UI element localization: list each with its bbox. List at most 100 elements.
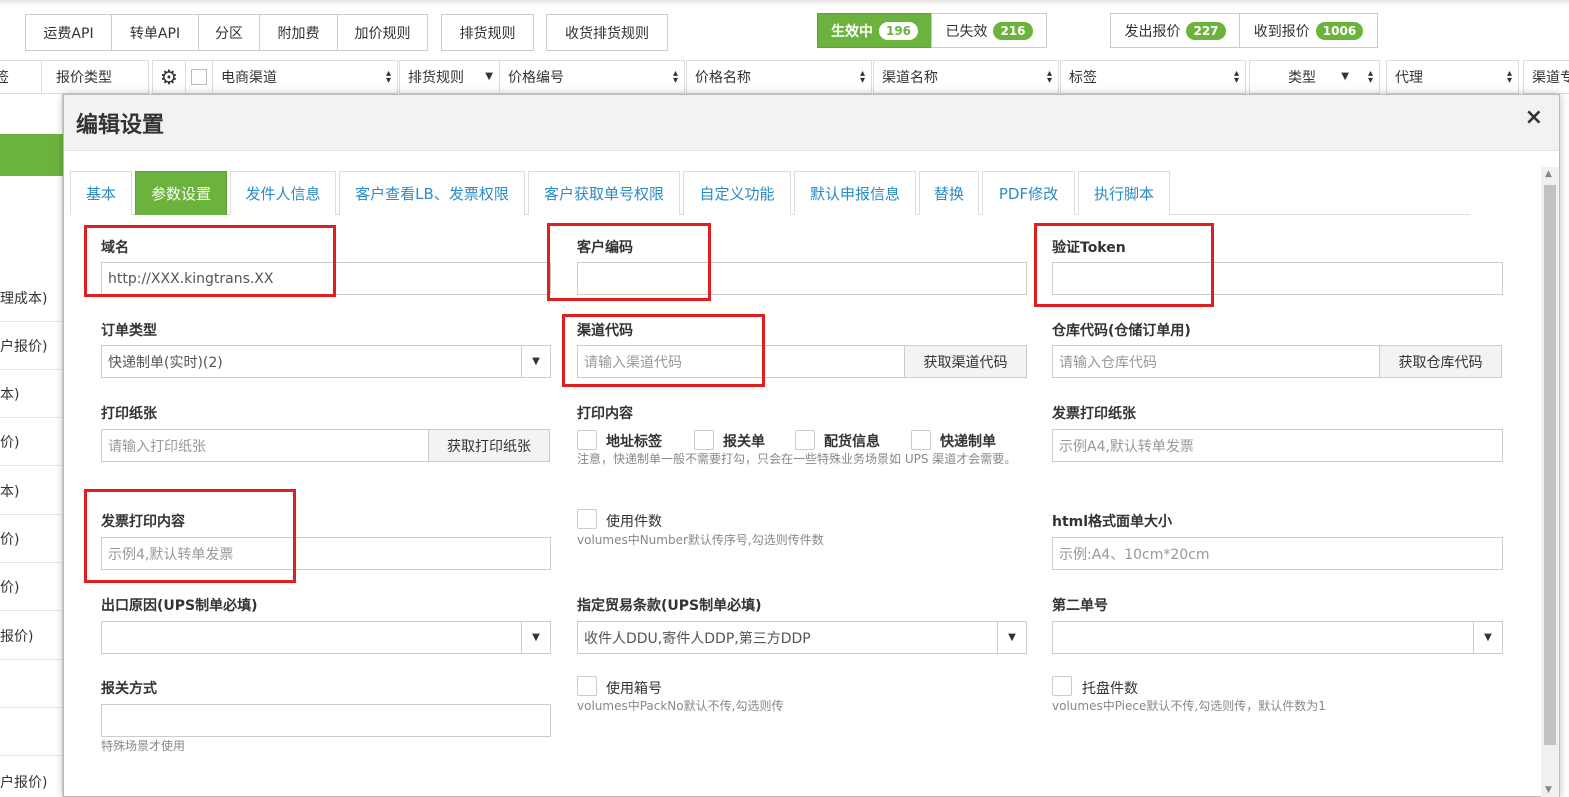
tab-replace[interactable]: 替换 bbox=[919, 171, 979, 215]
tab-execute-script[interactable]: 执行脚本 bbox=[1078, 171, 1170, 215]
zone-button[interactable]: 分区 bbox=[198, 14, 260, 51]
col-channel-exclusive[interactable]: 渠道专 bbox=[1523, 60, 1569, 94]
scrollbar-thumb[interactable] bbox=[1544, 185, 1556, 745]
col-channel-name[interactable]: 渠道名称 ▴ ▾ bbox=[873, 60, 1059, 94]
express-order-checkbox[interactable] bbox=[911, 430, 931, 450]
sidebar-item[interactable]: 报价) bbox=[0, 612, 63, 660]
select-all-checkbox[interactable] bbox=[185, 60, 213, 94]
chevron-down-icon: ▼ bbox=[997, 622, 1026, 653]
modal-header: 编辑设置 × bbox=[64, 95, 1559, 151]
freight-api-button[interactable]: 运费API bbox=[25, 14, 112, 51]
sent-label: 发出报价 bbox=[1124, 23, 1181, 40]
active-filter-button[interactable]: 生效中 196 bbox=[817, 13, 932, 48]
sidebar-item[interactable]: 户报价) bbox=[0, 322, 63, 370]
sidebar-item[interactable]: 理成本) bbox=[0, 274, 63, 322]
invoice-paper-label: 发票打印纸张 bbox=[1052, 406, 1136, 422]
col-rules-label: 排货规则 bbox=[408, 70, 464, 86]
col-agent[interactable]: 代理 ▴ ▾ bbox=[1386, 60, 1519, 94]
pallet-count-checkbox[interactable] bbox=[1052, 676, 1072, 696]
gear-icon[interactable]: ⚙ bbox=[152, 60, 186, 94]
pallet-count-hint: volumes中Piece默认不传,勾选则传，默认件数为1 bbox=[1052, 699, 1326, 713]
warehouse-code-input[interactable]: 请输入仓库代码 bbox=[1052, 345, 1380, 378]
tab-custom-functions[interactable]: 自定义功能 bbox=[683, 171, 791, 215]
customs-form-checkbox[interactable] bbox=[694, 430, 714, 450]
markup-rules-button[interactable]: 加价规则 bbox=[337, 14, 428, 51]
tab-pdf-edit[interactable]: PDF修改 bbox=[982, 171, 1075, 215]
export-reason-select[interactable]: ▼ bbox=[101, 621, 551, 654]
sidebar-item[interactable]: 本) bbox=[0, 370, 63, 418]
customs-method-input[interactable] bbox=[101, 704, 551, 737]
expired-filter-button[interactable]: 已失效 216 bbox=[931, 13, 1047, 48]
expired-label: 已失效 bbox=[945, 23, 988, 40]
sidebar-item[interactable]: 价) bbox=[0, 515, 63, 563]
tab-params[interactable]: 参数设置 bbox=[135, 171, 227, 215]
surcharge-button[interactable]: 附加费 bbox=[259, 14, 338, 51]
highlight-box-customer-code bbox=[547, 223, 711, 301]
col-tag[interactable]: 标签 ▴ ▾ bbox=[1060, 60, 1246, 94]
tab-tag[interactable]: 签 bbox=[0, 60, 42, 94]
address-label-text: 地址标签 bbox=[606, 434, 662, 450]
sidebar-item[interactable] bbox=[0, 660, 63, 708]
use-box-no-label: 使用箱号 bbox=[606, 681, 662, 697]
export-reason-label: 出口原因(UPS制单必填) bbox=[101, 598, 258, 614]
sort-icon: ▴ ▾ bbox=[1506, 68, 1512, 86]
tab-quote-type[interactable]: 报价类型 bbox=[41, 60, 149, 94]
trade-terms-select[interactable]: 收件人DDU,寄件人DDP,第三方DDP ▼ bbox=[577, 621, 1027, 654]
tab-tracking-perm[interactable]: 客户获取单号权限 bbox=[528, 171, 680, 215]
sidebar-item[interactable]: 本) bbox=[0, 467, 63, 515]
transfer-api-button[interactable]: 转单API bbox=[111, 14, 199, 51]
rules-button[interactable]: 排货规则 bbox=[441, 14, 534, 51]
col-ecom-channel[interactable]: 电商渠道 ▴ ▾ bbox=[212, 60, 398, 94]
express-order-text: 快递制单 bbox=[940, 434, 996, 450]
sidebar-active-item[interactable] bbox=[0, 134, 63, 176]
sidebar-item[interactable]: 价) bbox=[0, 563, 63, 611]
picking-info-checkbox[interactable] bbox=[795, 430, 815, 450]
second-no-label: 第二单号 bbox=[1052, 598, 1108, 614]
get-print-paper-button[interactable]: 获取打印纸张 bbox=[428, 429, 550, 462]
sidebar-item[interactable]: 户报价) bbox=[0, 758, 63, 797]
customs-method-label: 报关方式 bbox=[101, 681, 157, 697]
print-content-label: 打印内容 bbox=[577, 406, 633, 422]
modal-scrollbar[interactable]: ▲ ▼ bbox=[1541, 167, 1559, 797]
dropdown-icon: ▼ bbox=[485, 71, 493, 82]
address-label-checkbox[interactable] bbox=[577, 430, 597, 450]
chevron-down-icon: ▼ bbox=[521, 622, 550, 653]
sent-count-badge: 227 bbox=[1186, 21, 1226, 40]
tab-lb-invoice-perm[interactable]: 客户查看LB、发票权限 bbox=[339, 171, 525, 215]
get-channel-code-button[interactable]: 获取渠道代码 bbox=[904, 345, 1027, 378]
scroll-up-icon[interactable]: ▲ bbox=[1545, 169, 1552, 179]
tab-basic[interactable]: 基本 bbox=[70, 171, 132, 215]
invoice-paper-input[interactable]: 示例A4,默认转单发票 bbox=[1052, 429, 1503, 462]
print-paper-label: 打印纸张 bbox=[101, 406, 157, 422]
col-rules[interactable]: 排货规则 ▼ bbox=[399, 60, 500, 94]
col-channel-name-label: 渠道名称 bbox=[882, 70, 938, 86]
tab-quote-type-label: 报价类型 bbox=[56, 70, 112, 86]
warehouse-code-label: 仓库代码(仓储订单用) bbox=[1052, 323, 1191, 339]
sidebar-item[interactable]: 价) bbox=[0, 418, 63, 466]
close-icon[interactable]: × bbox=[1525, 105, 1543, 130]
col-type[interactable]: 类型 ▼ ▴ ▾ bbox=[1249, 60, 1380, 94]
received-quotes-button[interactable]: 收到报价 1006 bbox=[1239, 13, 1378, 48]
print-paper-input[interactable]: 请输入打印纸张 bbox=[101, 429, 429, 462]
settings-tabs: 基本 参数设置 发件人信息 客户查看LB、发票权限 客户获取单号权限 自定义功能… bbox=[70, 171, 1470, 215]
sidebar-item[interactable] bbox=[0, 708, 63, 756]
scroll-down-icon[interactable]: ▼ bbox=[1545, 785, 1552, 795]
get-warehouse-code-button[interactable]: 获取仓库代码 bbox=[1379, 345, 1502, 378]
use-pieces-checkbox[interactable] bbox=[577, 509, 597, 529]
order-type-select[interactable]: 快递制单(实时)(2) ▼ bbox=[101, 345, 551, 378]
tab-sender-info[interactable]: 发件人信息 bbox=[230, 171, 336, 215]
col-agent-label: 代理 bbox=[1395, 70, 1423, 86]
col-price-name[interactable]: 价格名称 ▴ ▾ bbox=[686, 60, 872, 94]
top-toolbar: 运费API 转单API 分区 附加费 加价规则 排货规则 收货排货规则 生效中 … bbox=[0, 0, 1569, 60]
use-box-no-hint: volumes中PackNo默认不传,勾选则传 bbox=[577, 699, 784, 713]
received-label: 收到报价 bbox=[1253, 23, 1310, 40]
html-size-input[interactable]: 示例:A4、10cm*20cm bbox=[1052, 537, 1503, 570]
use-box-no-checkbox[interactable] bbox=[577, 676, 597, 696]
tab-default-declaration[interactable]: 默认申报信息 bbox=[794, 171, 916, 215]
highlight-box-invoice-content bbox=[84, 489, 296, 583]
sent-quotes-button[interactable]: 发出报价 227 bbox=[1110, 13, 1240, 48]
col-price-no[interactable]: 价格编号 ▴ ▾ bbox=[499, 60, 685, 94]
receive-rules-button[interactable]: 收货排货规则 bbox=[546, 14, 668, 51]
second-no-select[interactable]: ▼ bbox=[1052, 621, 1503, 654]
col-ecom-channel-label: 电商渠道 bbox=[221, 70, 277, 86]
